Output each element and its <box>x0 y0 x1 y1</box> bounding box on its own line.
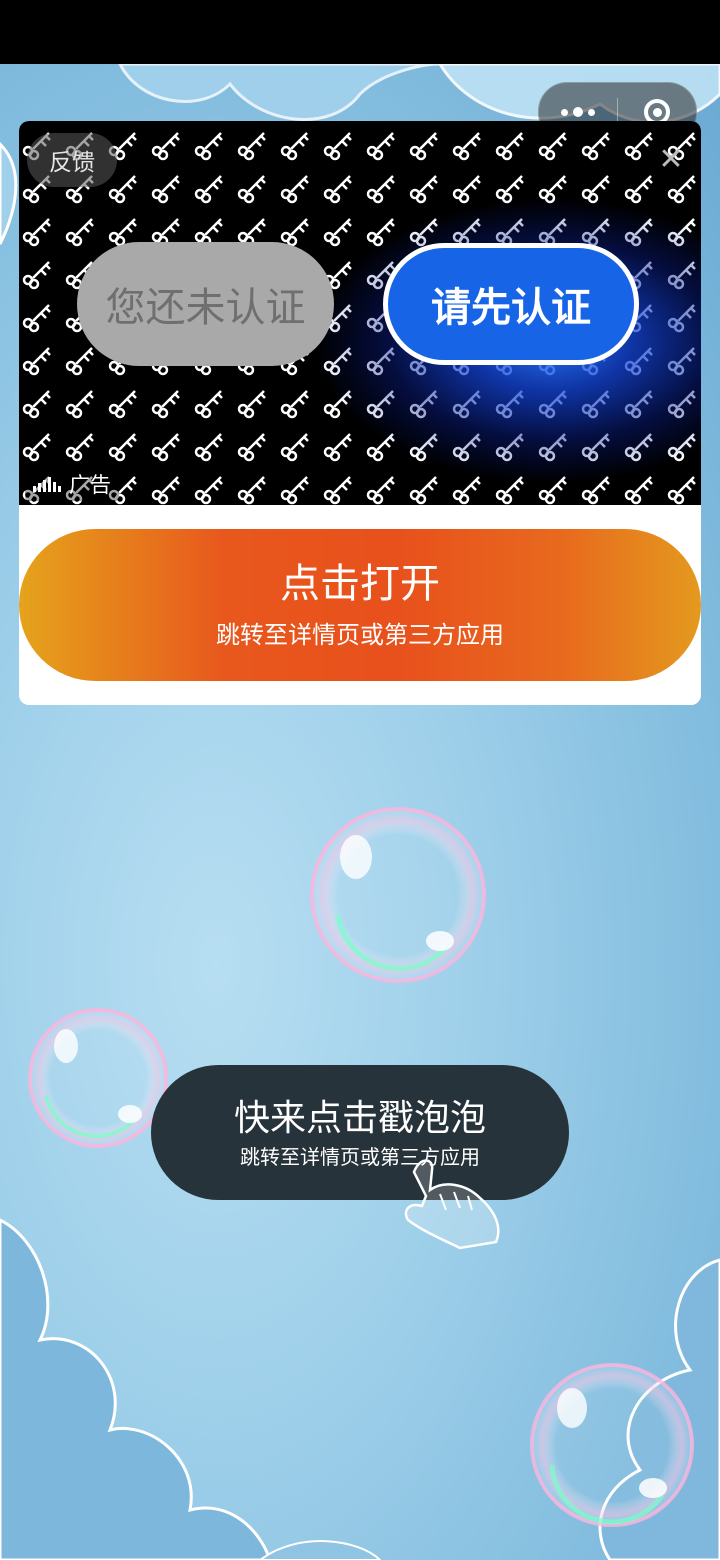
ad-image[interactable]: 您还未认证 请先认证 反馈 ✕ 广告 <box>19 121 701 505</box>
signal-icon <box>33 477 61 492</box>
close-icon[interactable]: ✕ <box>651 139 691 179</box>
ad-badge: 广告 <box>25 467 119 501</box>
ad-card: 您还未认证 请先认证 反馈 ✕ 广告 点击打开 跳转至详情页或第三方应用 <box>19 121 701 705</box>
bubble[interactable] <box>527 1360 697 1530</box>
hint-title: 快来点击戳泡泡 <box>233 1098 486 1139</box>
open-ad-title: 点击打开 <box>280 561 440 607</box>
bubble[interactable] <box>308 805 488 985</box>
ad-label-text: 广告 <box>69 473 111 497</box>
not-verified-label: 您还未认证 <box>77 242 334 366</box>
bubble[interactable] <box>26 1006 170 1150</box>
status-bar <box>0 0 720 64</box>
open-ad-button[interactable]: 点击打开 跳转至详情页或第三方应用 <box>19 529 701 681</box>
feedback-button[interactable]: 反馈 <box>27 133 117 187</box>
verify-first-label: 请先认证 <box>383 243 639 365</box>
pointing-hand-icon <box>404 1159 500 1250</box>
open-ad-subtitle: 跳转至详情页或第三方应用 <box>216 621 504 649</box>
